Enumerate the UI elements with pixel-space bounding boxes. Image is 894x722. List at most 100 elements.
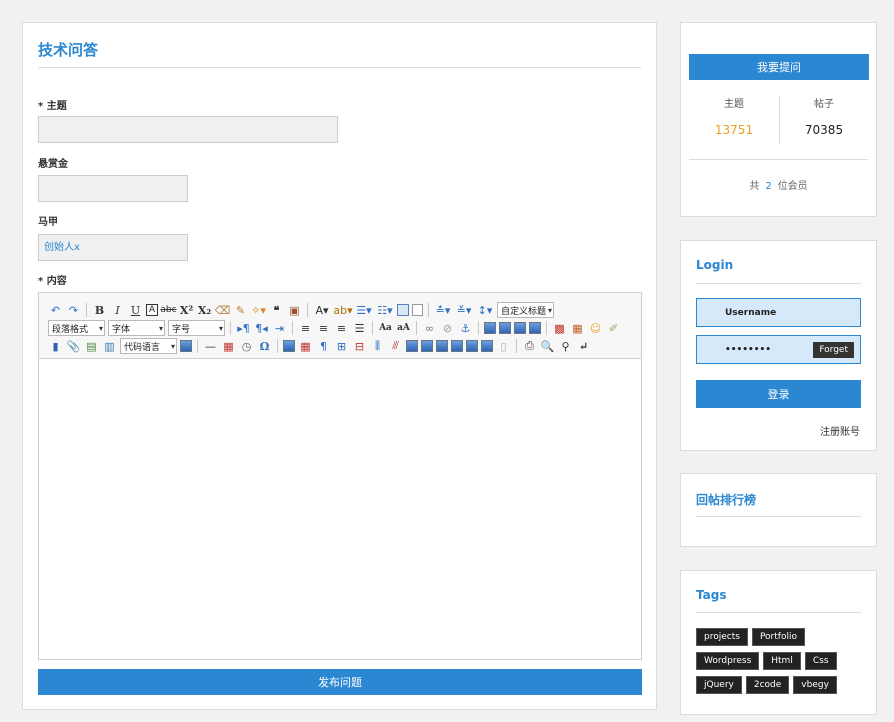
split-to-rows-icon[interactable] bbox=[466, 340, 478, 352]
page-title: 技术问答 bbox=[38, 41, 99, 59]
insert-frame-icon[interactable]: ▥ bbox=[102, 339, 117, 354]
insert-video-icon[interactable]: ▮ bbox=[48, 339, 63, 354]
toolbar-separator bbox=[86, 303, 87, 317]
indent-icon[interactable]: ⇥ bbox=[272, 321, 287, 336]
delete-col-icon[interactable]: ⫻ bbox=[388, 339, 403, 354]
select-all-icon[interactable] bbox=[397, 304, 409, 316]
split-to-cells-icon[interactable] bbox=[451, 340, 463, 352]
bold-icon[interactable]: B bbox=[92, 303, 107, 318]
publish-question-button[interactable]: 发布问题 bbox=[38, 669, 642, 695]
help-icon[interactable]: ↵ bbox=[576, 339, 591, 354]
superscript-icon[interactable]: X² bbox=[179, 303, 194, 318]
clear-doc-icon[interactable] bbox=[412, 304, 423, 316]
anchor-icon[interactable]: ⚓ bbox=[458, 321, 473, 336]
unlink-icon[interactable]: ⊘ bbox=[440, 321, 455, 336]
tag-item[interactable]: projects bbox=[696, 628, 748, 646]
insert-col-icon[interactable]: ⫼ bbox=[370, 339, 385, 354]
tolowercase-icon[interactable]: aA bbox=[396, 321, 411, 336]
tag-item[interactable]: Css bbox=[804, 652, 837, 670]
justify-right-icon[interactable]: ≡ bbox=[334, 321, 349, 336]
justify-center-icon[interactable]: ≡ bbox=[316, 321, 331, 336]
justify-full-icon[interactable]: ☰ bbox=[352, 321, 367, 336]
blockquote-icon[interactable]: ❝ bbox=[269, 303, 284, 318]
insert-image-icon[interactable]: ▩ bbox=[552, 321, 567, 336]
login-divider bbox=[696, 283, 861, 284]
ltr-icon[interactable]: ▸¶ bbox=[236, 321, 251, 336]
alias-input[interactable]: 创始人x bbox=[38, 234, 188, 261]
italic-icon[interactable]: I bbox=[110, 303, 125, 318]
image-center-icon[interactable] bbox=[529, 322, 541, 334]
emotion-icon[interactable]: ☺ bbox=[588, 321, 603, 336]
merge-cells-icon[interactable] bbox=[406, 340, 418, 352]
forget-password-button[interactable]: Forget bbox=[813, 342, 854, 358]
merge-down-icon[interactable] bbox=[436, 340, 448, 352]
custom-title-select[interactable]: 自定义标题 bbox=[497, 302, 554, 318]
justify-left-icon[interactable]: ≡ bbox=[298, 321, 313, 336]
username-input[interactable]: Username bbox=[696, 298, 861, 327]
split-to-cols-icon[interactable] bbox=[481, 340, 493, 352]
delete-table-icon[interactable]: ▦ bbox=[298, 339, 313, 354]
font-border-icon[interactable]: A bbox=[146, 304, 158, 316]
insert-table-icon[interactable] bbox=[283, 340, 295, 352]
background-color-icon[interactable]: ab▾ bbox=[333, 303, 352, 318]
login-button[interactable]: 登录 bbox=[696, 380, 861, 408]
unordered-list-icon[interactable]: ☷▾ bbox=[376, 303, 394, 318]
attachment-icon[interactable]: 📎 bbox=[66, 339, 81, 354]
row-spacing-bottom-icon[interactable]: ≚▾ bbox=[455, 303, 473, 318]
strikethrough-icon[interactable]: abc bbox=[160, 303, 176, 318]
insert-paragraph-icon[interactable]: ¶ bbox=[316, 339, 331, 354]
insert-row-icon[interactable]: ⊞ bbox=[334, 339, 349, 354]
paragraph-select[interactable]: 段落格式 bbox=[48, 320, 105, 336]
horizontal-icon[interactable]: — bbox=[203, 339, 218, 354]
topics-count: 13751 bbox=[714, 123, 754, 137]
font-size-select[interactable]: 字号 bbox=[168, 320, 225, 336]
code-language-select[interactable]: 代码语言 bbox=[120, 338, 177, 354]
tag-item[interactable]: Portfolio bbox=[751, 628, 805, 646]
special-chars-icon[interactable]: Ω bbox=[257, 339, 272, 354]
charts-icon[interactable]: ▯ bbox=[496, 339, 511, 354]
font-family-select[interactable]: 字体 bbox=[108, 320, 165, 336]
image-right-icon[interactable] bbox=[514, 322, 526, 334]
tag-item[interactable]: jQuery bbox=[696, 676, 742, 694]
register-link[interactable]: 注册账号 bbox=[820, 423, 860, 438]
search-replace-icon[interactable]: ⚲ bbox=[558, 339, 573, 354]
date-icon[interactable]: ▦ bbox=[221, 339, 236, 354]
ordered-list-icon[interactable]: ☰▾ bbox=[355, 303, 373, 318]
member-suffix: 位会员 bbox=[777, 181, 808, 192]
tags-panel: Tags projects Portfolio Wordpress Html C… bbox=[680, 570, 877, 715]
bounty-input[interactable] bbox=[38, 175, 188, 202]
tag-item[interactable]: vbegy bbox=[793, 676, 837, 694]
remove-format-icon[interactable]: ⌫ bbox=[215, 303, 231, 318]
scrawl-icon[interactable]: ✐ bbox=[606, 321, 621, 336]
subscript-icon[interactable]: X₂ bbox=[197, 303, 212, 318]
editor-content-area[interactable] bbox=[39, 360, 641, 659]
subject-input[interactable] bbox=[38, 116, 338, 143]
image-left-icon[interactable] bbox=[499, 322, 511, 334]
line-height-icon[interactable]: ↕▾ bbox=[476, 303, 494, 318]
tag-item[interactable]: 2code bbox=[745, 676, 790, 694]
rtl-icon[interactable]: ¶◂ bbox=[254, 321, 269, 336]
image-none-icon[interactable] bbox=[484, 322, 496, 334]
tag-item[interactable]: Wordpress bbox=[696, 652, 760, 670]
ask-question-button[interactable]: 我要提问 bbox=[689, 54, 869, 80]
touppercase-icon[interactable]: Aa bbox=[378, 321, 393, 336]
undo-icon[interactable]: ↶ bbox=[48, 303, 63, 318]
tag-item[interactable]: Html bbox=[763, 652, 801, 670]
password-input[interactable]: •••••••• Forget bbox=[696, 335, 861, 364]
row-spacing-top-icon[interactable]: ≛▾ bbox=[434, 303, 452, 318]
template-icon[interactable] bbox=[180, 340, 192, 352]
merge-right-icon[interactable] bbox=[421, 340, 433, 352]
preview-icon[interactable]: 🔍 bbox=[540, 339, 555, 354]
time-icon[interactable]: ◷ bbox=[239, 339, 254, 354]
link-icon[interactable]: ∞ bbox=[422, 321, 437, 336]
format-match-icon[interactable]: ✎ bbox=[233, 303, 248, 318]
delete-row-icon[interactable]: ⊟ bbox=[352, 339, 367, 354]
map-icon[interactable]: ▤ bbox=[84, 339, 99, 354]
font-color-icon[interactable]: A▾ bbox=[313, 303, 331, 318]
auto-typeset-icon[interactable]: ✧▾ bbox=[251, 303, 266, 318]
print-icon[interactable]: ⎙ bbox=[522, 339, 537, 354]
paste-plain-icon[interactable]: ▣ bbox=[287, 303, 302, 318]
multi-image-icon[interactable]: ▦ bbox=[570, 321, 585, 336]
underline-icon[interactable]: U bbox=[128, 303, 143, 318]
redo-icon[interactable]: ↷ bbox=[66, 303, 81, 318]
